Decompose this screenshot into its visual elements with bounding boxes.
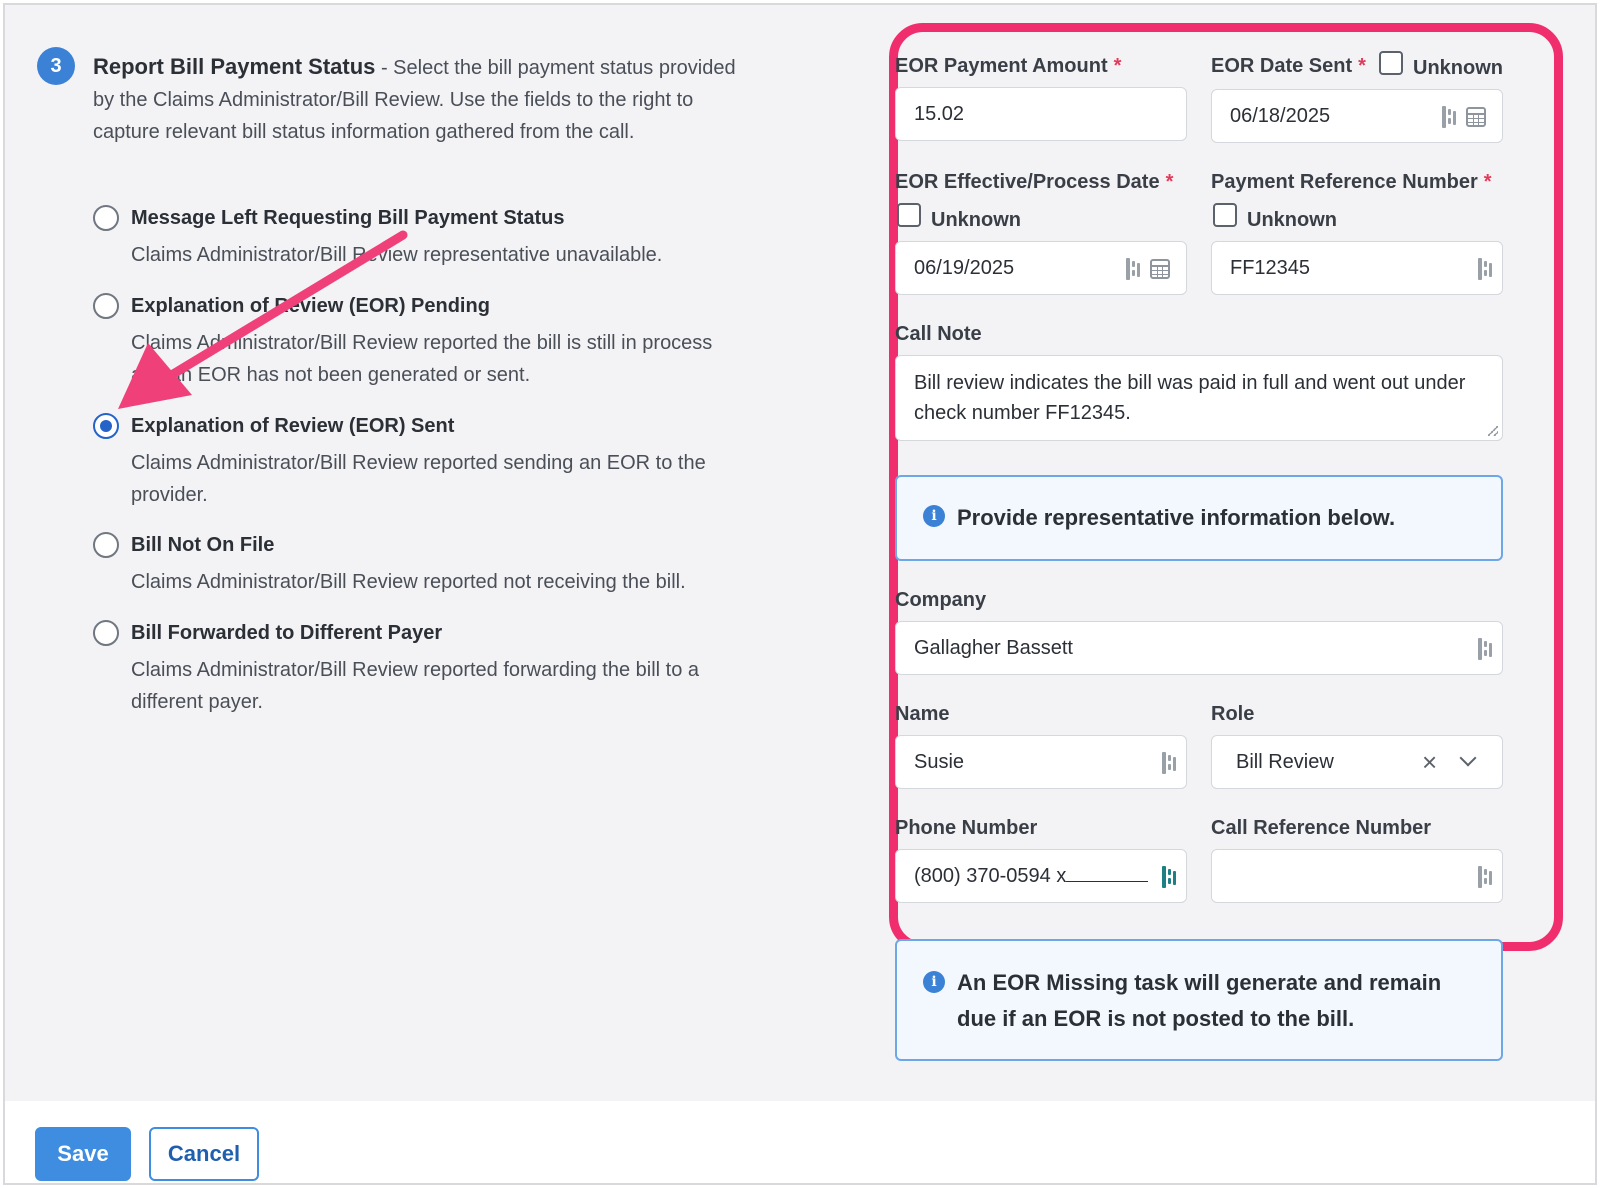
save-button[interactable]: Save: [35, 1127, 131, 1181]
option-description: Claims Administrator/Bill Review reporte…: [131, 659, 700, 713]
footer-bar: Save Cancel: [5, 1101, 1595, 1183]
chevron-down-icon[interactable]: [1459, 749, 1477, 767]
call-reference-label: Call Reference Number: [1211, 817, 1432, 839]
calendar-icon[interactable]: [1466, 107, 1486, 127]
call-reference-input[interactable]: [1211, 849, 1503, 903]
eor-date-sent-label: EOR Date Sent *: [1211, 55, 1366, 77]
clear-x-icon[interactable]: ×: [1422, 749, 1437, 775]
eor-effective-date-label: EOR Effective/Process Date *: [895, 171, 1174, 193]
phone-extension-placeholder: [1066, 864, 1149, 882]
rep-info-banner: i Provide representative information bel…: [895, 475, 1503, 561]
call-note-text: Bill review indicates the bill was paid …: [914, 372, 1466, 424]
eor-date-sent-input[interactable]: 06/18/2025: [1211, 89, 1503, 143]
eor-date-sent-unknown-label: Unknown: [1413, 57, 1503, 79]
eor-payment-amount-label: EOR Payment Amount *: [895, 55, 1122, 77]
phone-number-input[interactable]: (800) 370-0594 x: [895, 849, 1187, 903]
phone-number-label: Phone Number: [895, 817, 1038, 839]
field-tool-icon[interactable]: [1126, 258, 1144, 280]
info-icon: i: [923, 971, 945, 993]
company-input[interactable]: Gallagher Bassett: [895, 621, 1503, 675]
payment-reference-unknown-label: Unknown: [1247, 209, 1337, 231]
name-label: Name: [895, 703, 950, 725]
field-tool-icon[interactable]: [1478, 638, 1496, 660]
eor-effective-date-unknown-label: Unknown: [931, 209, 1021, 231]
info-icon: i: [923, 505, 945, 527]
role-select[interactable]: Bill Review ×: [1211, 735, 1503, 789]
eor-payment-amount-input[interactable]: 15.02: [895, 87, 1187, 141]
rep-info-text: Provide representative information below…: [957, 505, 1396, 530]
eor-missing-banner: i An EOR Missing task will generate and …: [895, 939, 1503, 1061]
option-label[interactable]: Bill Forwarded to Different Payer: [131, 620, 442, 646]
name-input[interactable]: Susie: [895, 735, 1187, 789]
eor-missing-text: An EOR Missing task will generate and re…: [957, 970, 1442, 1031]
call-note-textarea[interactable]: Bill review indicates the bill was paid …: [895, 355, 1503, 441]
radio-bill-forwarded[interactable]: [93, 620, 119, 646]
field-tool-icon[interactable]: [1162, 866, 1180, 888]
option-description: Claims Administrator/Bill Review reporte…: [131, 452, 706, 506]
step-intro: Report Bill Payment Status - Select the …: [93, 51, 743, 148]
radio-bill-not-on-file[interactable]: [93, 532, 119, 558]
field-tool-icon[interactable]: [1478, 258, 1496, 280]
field-tool-icon[interactable]: [1478, 866, 1496, 888]
app-frame: 3 Report Bill Payment Status - Select th…: [3, 3, 1597, 1185]
eor-effective-date-input[interactable]: 06/19/2025: [895, 241, 1187, 295]
field-tool-icon[interactable]: [1162, 752, 1180, 774]
annotation-arrow: [118, 230, 408, 409]
option-label[interactable]: Bill Not On File: [131, 532, 274, 558]
step-number-badge: 3: [37, 47, 75, 85]
payment-reference-label: Payment Reference Number *: [1211, 171, 1492, 193]
eor-date-sent-unknown-checkbox[interactable]: [1379, 51, 1403, 75]
main-content: 3 Report Bill Payment Status - Select th…: [5, 5, 1595, 1101]
eor-effective-date-unknown-checkbox[interactable]: [897, 203, 921, 227]
cancel-button[interactable]: Cancel: [149, 1127, 259, 1181]
step-title: Report Bill Payment Status: [93, 54, 376, 79]
call-note-label: Call Note: [895, 323, 982, 345]
field-tool-icon[interactable]: [1442, 106, 1460, 128]
payment-reference-unknown-checkbox[interactable]: [1213, 203, 1237, 227]
company-label: Company: [895, 589, 987, 611]
payment-reference-input[interactable]: FF12345: [1211, 241, 1503, 295]
resize-handle[interactable]: [1488, 426, 1498, 436]
role-label: Role: [1211, 703, 1255, 725]
calendar-icon[interactable]: [1150, 259, 1170, 279]
option-description: Claims Administrator/Bill Review reporte…: [131, 571, 686, 593]
